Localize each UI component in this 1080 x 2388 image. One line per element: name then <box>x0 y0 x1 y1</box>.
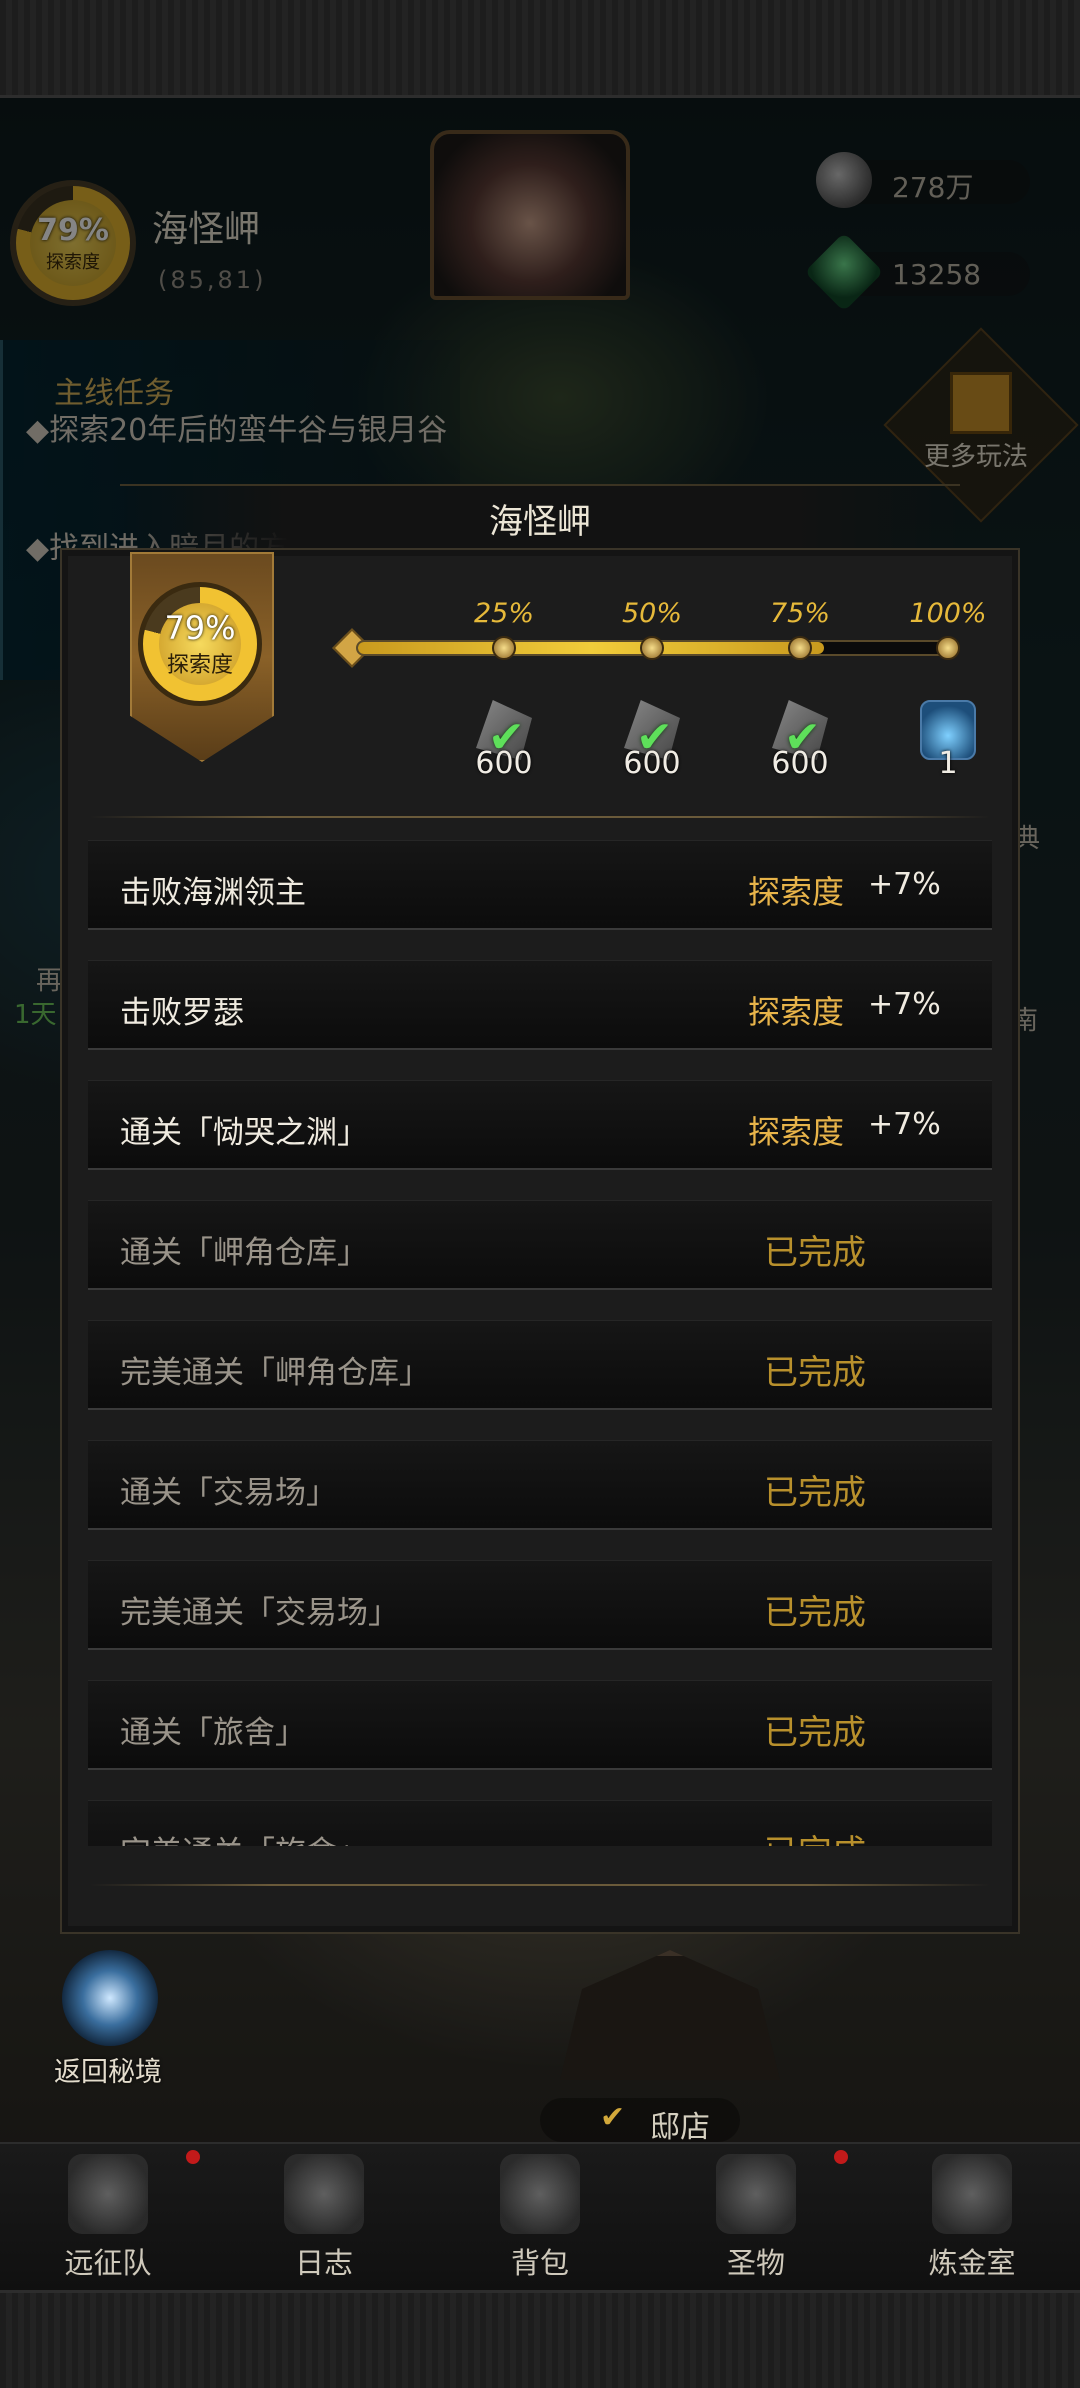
notification-dot <box>834 2150 848 2164</box>
nav-item[interactable]: 背包 <box>432 2150 648 2290</box>
task-name: 击败罗瑟 <box>120 995 244 1031</box>
task-status: 已完成 <box>764 1473 866 1513</box>
scroll-icon <box>284 2154 364 2234</box>
exploration-percent: 79% <box>164 609 236 647</box>
task-row[interactable]: 击败罗瑟 探索度 +7% <box>88 960 992 1050</box>
milestone-node <box>788 636 812 660</box>
task-reward-value: +7% <box>868 987 941 1022</box>
exploration-progress-fill <box>358 642 825 654</box>
task-name: 完美通关「岬角仓库」 <box>120 1355 430 1391</box>
nav-label: 远征队 <box>64 2246 152 2280</box>
nav-item[interactable]: 圣物 <box>648 2150 864 2290</box>
task-row[interactable]: 通关「岬角仓库」 已完成 <box>88 1200 992 1290</box>
task-row[interactable]: 完美通关「岬角仓库」 已完成 <box>88 1320 992 1410</box>
milestone-reward-value: 1 <box>938 746 958 781</box>
task-list[interactable]: 击败海渊领主 探索度 +7% 击败罗瑟 探索度 +7% 通关「恸哭之渊」 探索度 +7% 通关「岬… <box>88 840 992 1846</box>
milestone-reward-value: 600 <box>475 746 533 781</box>
exploration-label: 探索度 <box>166 653 233 678</box>
relic-icon <box>716 2154 796 2234</box>
task-name: 完美通关「交易场」 <box>120 1595 399 1631</box>
milestone-label: 25% <box>473 598 534 629</box>
viking-helmet-icon <box>68 2154 148 2234</box>
notification-dot <box>186 2150 200 2164</box>
nav-label: 日志 <box>294 2246 353 2280</box>
task-row[interactable]: 通关「交易场」 已完成 <box>88 1440 992 1530</box>
milestone-reward-value: 600 <box>623 746 681 781</box>
bottom-frame <box>0 2290 1080 2388</box>
top-frame <box>0 0 1080 98</box>
dialog-title: 海怪岬 <box>489 502 591 542</box>
milestone-label: 50% <box>621 598 682 629</box>
task-row[interactable]: 通关「恸哭之渊」 探索度 +7% <box>88 1080 992 1170</box>
shop-label[interactable]: 邸店 <box>650 2102 710 2146</box>
task-row[interactable]: 完美通关「交易场」 已完成 <box>88 1560 992 1650</box>
task-name: 通关「岬角仓库」 <box>120 1235 368 1271</box>
task-reward-label: 探索度 <box>748 993 845 1031</box>
nav-label: 圣物 <box>726 2246 785 2280</box>
backpack-icon <box>500 2154 580 2234</box>
nav-label: 炼金室 <box>928 2246 1016 2280</box>
divider <box>90 1884 990 1886</box>
milestone-reward-value: 600 <box>771 746 829 781</box>
shop-tag[interactable] <box>540 2098 740 2142</box>
nav-item[interactable]: 炼金室 <box>864 2150 1080 2290</box>
task-row[interactable]: 完美通关「旅舍」 已完成 <box>88 1800 992 1846</box>
milestone-node <box>640 636 664 660</box>
nav-label: 背包 <box>510 2246 569 2280</box>
alchemy-icon <box>932 2154 1012 2234</box>
milestone-node <box>492 636 516 660</box>
task-reward-label: 探索度 <box>748 1113 845 1151</box>
task-reward-label: 探索度 <box>748 873 845 911</box>
task-name: 通关「旅舍」 <box>120 1715 306 1751</box>
task-status: 已完成 <box>764 1353 866 1393</box>
task-row[interactable]: 击败海渊领主 探索度 +7% <box>88 840 992 930</box>
task-reward-value: +7% <box>868 1107 941 1142</box>
task-row[interactable]: 通关「旅舍」 已完成 <box>88 1680 992 1770</box>
task-status: 已完成 <box>764 1593 866 1633</box>
task-name: 完美通关「旅舍」 <box>120 1827 368 1846</box>
task-status: 已完成 <box>764 1825 866 1846</box>
return-secret-realm-label[interactable]: 返回秘境 <box>54 2050 162 2089</box>
milestone-label: 75% <box>769 598 830 629</box>
portal-icon[interactable] <box>62 1950 158 2046</box>
task-name: 击败海渊领主 <box>120 875 306 911</box>
task-name: 通关「交易场」 <box>120 1475 337 1511</box>
check-icon: ✔ <box>600 2100 626 2135</box>
milestone-node <box>936 636 960 660</box>
divider <box>90 816 990 818</box>
milestone-label: 100% <box>909 598 987 629</box>
exploration-dial: 79% 探索度 <box>138 582 262 706</box>
task-reward-value: +7% <box>868 867 941 902</box>
nav-item[interactable]: 日志 <box>216 2150 432 2290</box>
task-name: 通关「恸哭之渊」 <box>120 1115 368 1151</box>
task-status: 已完成 <box>764 1713 866 1753</box>
nav-item[interactable]: 远征队 <box>0 2150 216 2290</box>
task-status: 已完成 <box>764 1233 866 1273</box>
